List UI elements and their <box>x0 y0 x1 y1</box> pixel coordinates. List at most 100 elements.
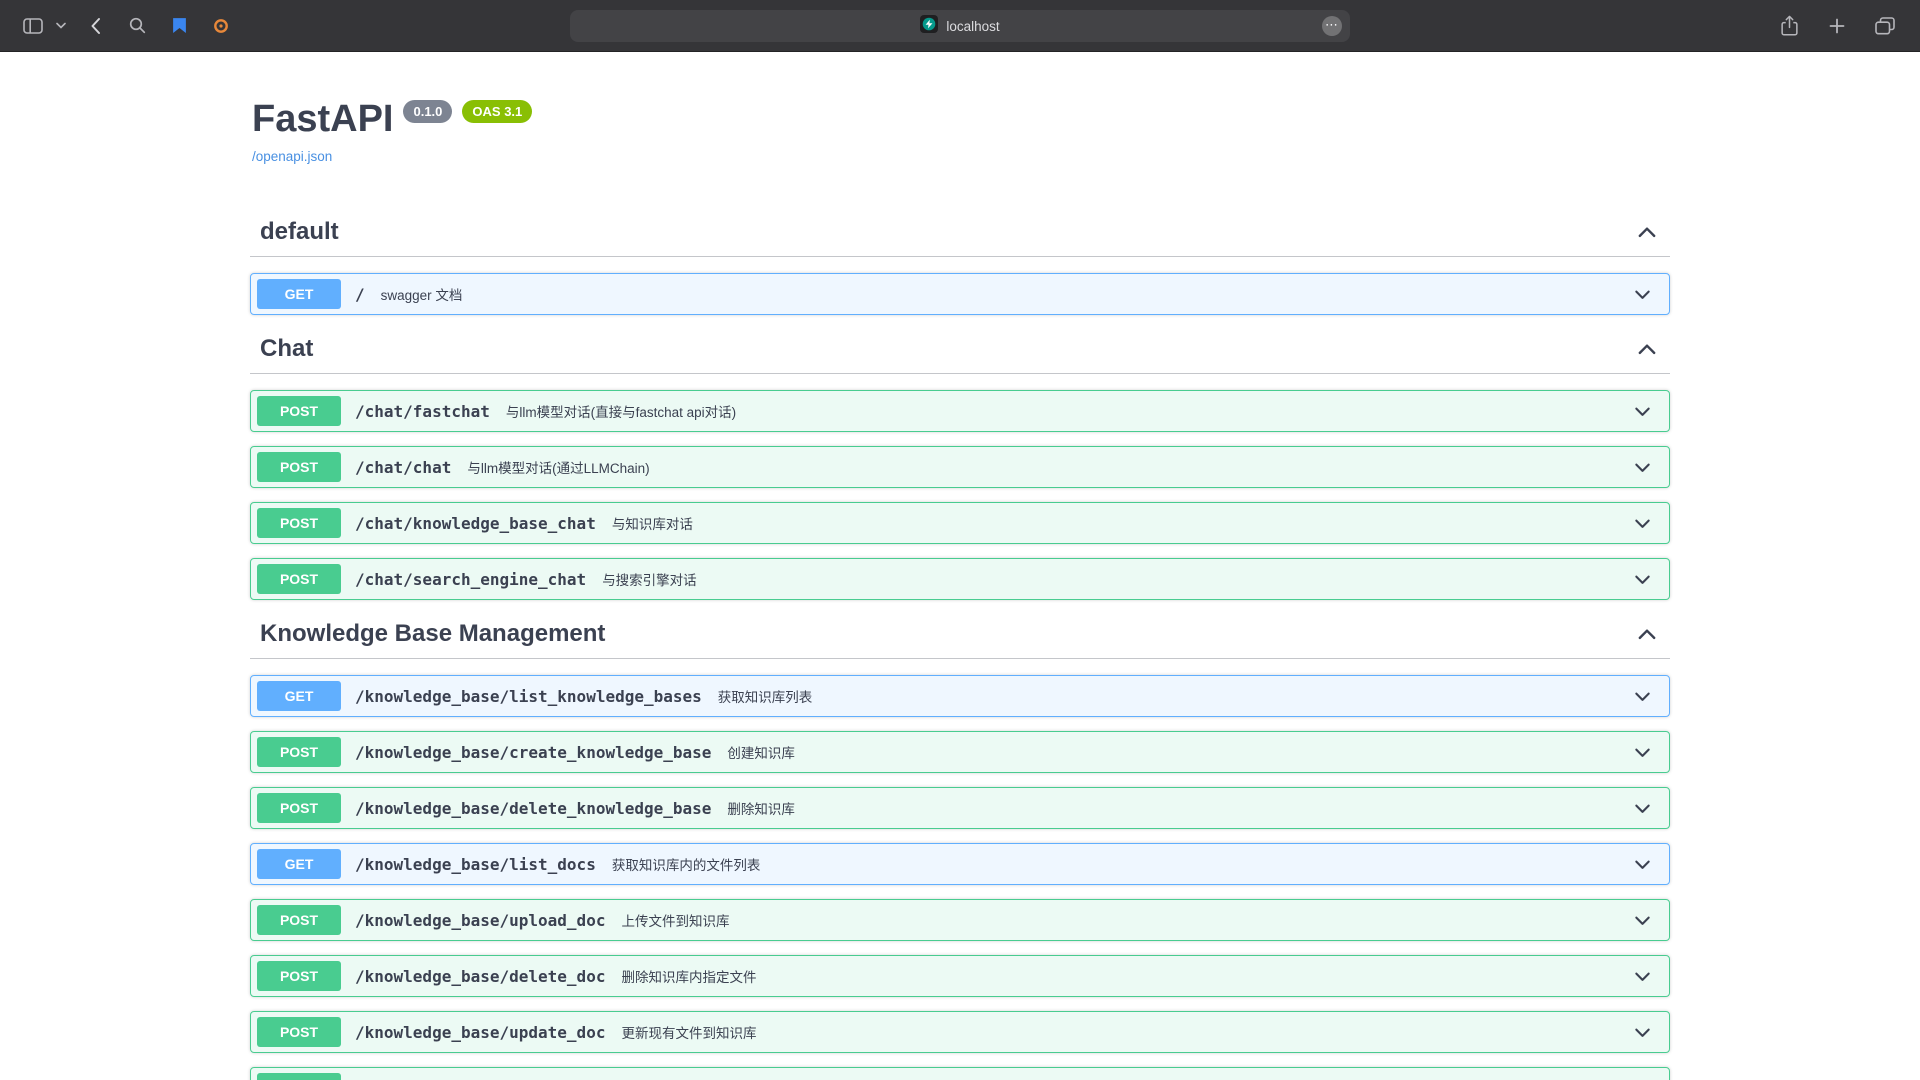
method-badge: POST <box>257 1017 341 1047</box>
operation-row[interactable]: GET / swagger 文档 <box>250 273 1670 315</box>
operation-path: /knowledge_base/delete_knowledge_base <box>355 799 711 818</box>
method-badge: GET <box>257 681 341 711</box>
toolbar-left-group <box>16 11 238 41</box>
chevron-down-icon[interactable] <box>1629 1019 1655 1045</box>
method-badge: POST <box>257 508 341 538</box>
operation-path: /chat/knowledge_base_chat <box>355 514 596 533</box>
operation-summary: 删除知识库 <box>727 798 795 818</box>
operation-summary: 上传文件到知识库 <box>621 910 729 930</box>
operation-path: /knowledge_base/list_docs <box>355 855 596 874</box>
section-header[interactable]: Knowledge Base Management <box>250 614 1670 659</box>
bookmark-extension-icon <box>172 17 187 34</box>
chevron-down-icon[interactable] <box>1629 1075 1655 1080</box>
operation-summary: 删除知识库内指定文件 <box>621 966 756 986</box>
search-button[interactable] <box>120 11 154 41</box>
operation-row[interactable]: POST /chat/knowledge_base_chat 与知识库对话 <box>250 502 1670 544</box>
operation-summary: 获取知识库内的文件列表 <box>612 854 761 874</box>
operation-row[interactable]: POST /chat/search_engine_chat 与搜索引擎对话 <box>250 558 1670 600</box>
chevron-down-icon[interactable] <box>1629 907 1655 933</box>
back-chevron-icon <box>90 17 101 35</box>
method-badge: GET <box>257 849 341 879</box>
section-title: default <box>260 218 339 246</box>
method-badge: POST <box>257 1073 341 1080</box>
method-badge: POST <box>257 793 341 823</box>
new-tab-button[interactable] <box>1820 11 1854 41</box>
chevron-down-icon[interactable] <box>1629 281 1655 307</box>
chevron-up-icon[interactable] <box>1634 621 1660 647</box>
oas-badge: OAS 3.1 <box>462 100 532 123</box>
api-title: FastAPI 0.1.0 OAS 3.1 <box>252 98 1670 141</box>
operation-row[interactable]: POST /knowledge_base/recreate_vector_sto… <box>250 1067 1670 1080</box>
tab-overview-button[interactable] <box>1868 11 1902 41</box>
chevron-down-icon[interactable] <box>1629 963 1655 989</box>
chevron-down-icon[interactable] <box>1629 851 1655 877</box>
chevron-down-icon[interactable] <box>1629 398 1655 424</box>
operation-row[interactable]: GET /knowledge_base/list_knowledge_bases… <box>250 675 1670 717</box>
api-info: FastAPI 0.1.0 OAS 3.1 /openapi.json <box>250 98 1670 166</box>
url-text: localhost <box>946 19 999 34</box>
operation-path: /knowledge_base/list_knowledge_bases <box>355 687 702 706</box>
operation-row[interactable]: POST /chat/chat 与llm模型对话(通过LLMChain) <box>250 446 1670 488</box>
ring-extension-icon <box>213 18 229 34</box>
operation-summary: 与llm模型对话(直接与fastchat api对话) <box>506 401 736 421</box>
search-icon <box>129 17 146 34</box>
plus-icon <box>1829 18 1845 34</box>
operation-path: /chat/fastchat <box>355 402 490 421</box>
operation-path: /chat/chat <box>355 458 451 477</box>
share-button[interactable] <box>1772 11 1806 41</box>
operation-row[interactable]: POST /chat/fastchat 与llm模型对话(直接与fastchat… <box>250 390 1670 432</box>
operation-summary: swagger 文档 <box>381 284 463 304</box>
sidebar-menu-button[interactable] <box>52 11 70 41</box>
operation-summary: 获取知识库列表 <box>718 686 813 706</box>
operation-row[interactable]: GET /knowledge_base/list_docs 获取知识库内的文件列… <box>250 843 1670 885</box>
openapi-spec-link[interactable]: /openapi.json <box>252 149 332 164</box>
chevron-up-icon[interactable] <box>1634 336 1660 362</box>
method-badge: GET <box>257 279 341 309</box>
operation-path: /chat/search_engine_chat <box>355 570 586 589</box>
method-badge: POST <box>257 396 341 426</box>
section-title: Chat <box>260 335 313 363</box>
operation-row[interactable]: POST /knowledge_base/delete_doc 删除知识库内指定… <box>250 955 1670 997</box>
api-title-text: FastAPI <box>252 98 393 141</box>
method-badge: POST <box>257 452 341 482</box>
sidebar-toggle-button[interactable] <box>16 11 50 41</box>
operation-row[interactable]: POST /knowledge_base/update_doc 更新现有文件到知… <box>250 1011 1670 1053</box>
chevron-down-icon[interactable] <box>1629 739 1655 765</box>
operation-summary: 更新现有文件到知识库 <box>621 1022 756 1042</box>
method-badge: POST <box>257 737 341 767</box>
address-bar[interactable]: localhost ⋯ <box>570 10 1350 42</box>
chevron-down-icon[interactable] <box>1629 795 1655 821</box>
section-header[interactable]: Chat <box>250 329 1670 374</box>
chevron-down-icon[interactable] <box>1629 510 1655 536</box>
section-knowledge-base-management: Knowledge Base Management GET /knowledge… <box>250 614 1670 1080</box>
page-menu-icon[interactable]: ⋯ <box>1322 16 1342 36</box>
chevron-down-icon[interactable] <box>1629 454 1655 480</box>
chevron-down-icon <box>56 22 66 29</box>
section-chat: Chat POST /chat/fastchat 与llm模型对话(直接与fas… <box>250 329 1670 600</box>
toolbar-right-group <box>1772 11 1902 41</box>
operation-summary: 创建知识库 <box>727 742 795 762</box>
chevron-down-icon[interactable] <box>1629 566 1655 592</box>
tabs-icon <box>1875 17 1895 35</box>
extension-button-orange[interactable] <box>204 11 238 41</box>
section-default: default GET / swagger 文档 <box>250 212 1670 315</box>
operation-path: /knowledge_base/update_doc <box>355 1023 605 1042</box>
operation-row[interactable]: POST /knowledge_base/delete_knowledge_ba… <box>250 787 1670 829</box>
section-header[interactable]: default <box>250 212 1670 257</box>
operation-row[interactable]: POST /knowledge_base/upload_doc 上传文件到知识库 <box>250 899 1670 941</box>
version-badge: 0.1.0 <box>403 100 452 123</box>
operation-summary: 与llm模型对话(通过LLMChain) <box>467 457 649 477</box>
extension-button-blue[interactable] <box>162 11 196 41</box>
back-button[interactable] <box>78 11 112 41</box>
operation-summary: 与知识库对话 <box>612 513 693 533</box>
operation-path: /knowledge_base/create_knowledge_base <box>355 743 711 762</box>
method-badge: POST <box>257 564 341 594</box>
method-badge: POST <box>257 961 341 991</box>
operation-path: /knowledge_base/delete_doc <box>355 967 605 986</box>
section-title: Knowledge Base Management <box>260 620 605 648</box>
chevron-up-icon[interactable] <box>1634 219 1660 245</box>
browser-toolbar: localhost ⋯ <box>0 0 1920 52</box>
operation-row[interactable]: POST /knowledge_base/create_knowledge_ba… <box>250 731 1670 773</box>
site-favicon <box>920 15 938 38</box>
chevron-down-icon[interactable] <box>1629 683 1655 709</box>
